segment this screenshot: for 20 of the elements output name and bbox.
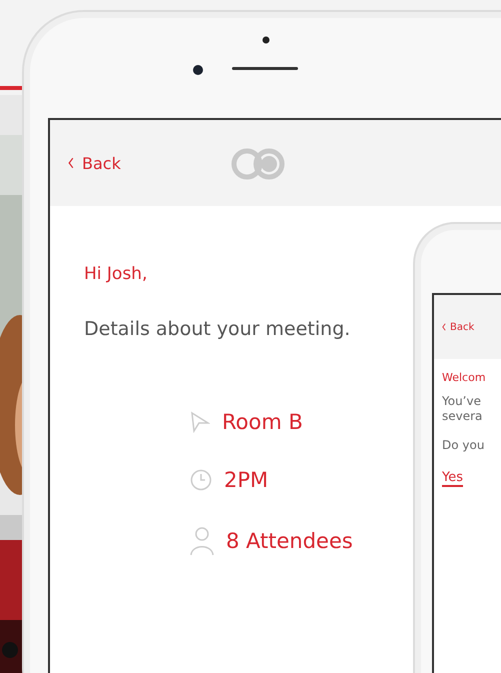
back-link[interactable]: Back xyxy=(68,154,121,172)
speaker-icon xyxy=(232,67,298,71)
greeting-text: Hi Josh, xyxy=(84,264,148,284)
message-text: severa xyxy=(442,409,482,424)
clock-icon xyxy=(190,469,212,491)
person-icon xyxy=(190,526,214,556)
sensor-icon xyxy=(262,36,270,44)
detail-text: Room B xyxy=(222,410,303,434)
detail-text: 2PM xyxy=(224,468,268,492)
message-text: You’ve xyxy=(442,394,481,409)
cursor-arrow-icon xyxy=(190,411,210,433)
chevron-left-icon xyxy=(442,323,446,331)
welcome-text: Welcom xyxy=(442,371,486,384)
detail-text: 8 Attendees xyxy=(226,529,353,553)
heading-text: Details about your meeting. xyxy=(84,318,350,340)
camera-icon xyxy=(192,64,204,76)
back-link[interactable]: Back xyxy=(442,322,474,332)
yes-link[interactable]: Yes xyxy=(442,470,463,487)
question-text: Do you xyxy=(442,438,484,452)
chevron-left-icon xyxy=(68,157,74,169)
